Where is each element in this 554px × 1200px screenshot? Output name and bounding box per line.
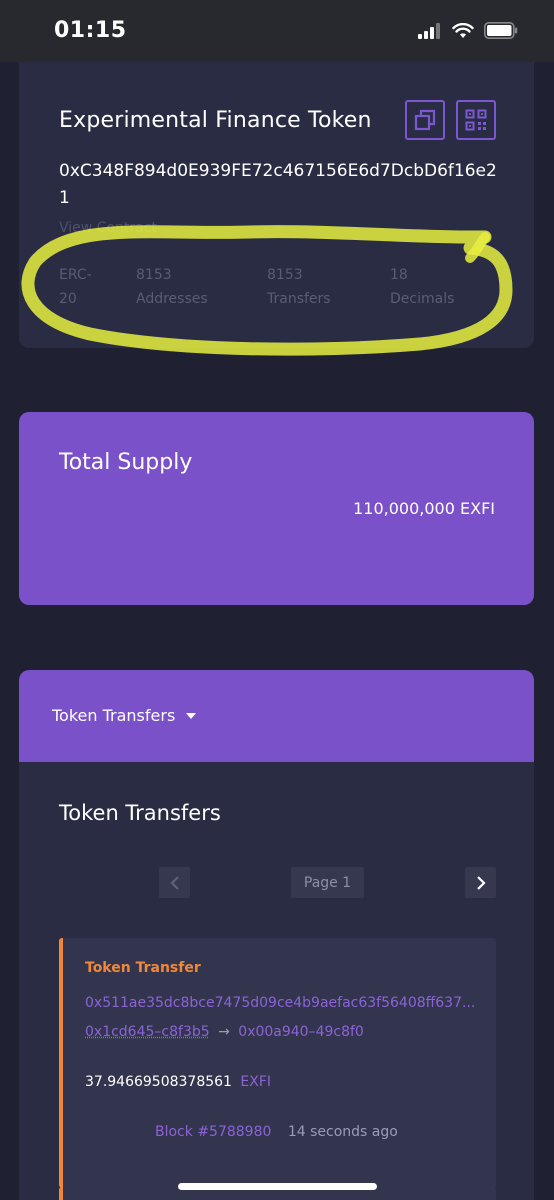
token-card: Experimental Finance Token 0xC348F894d0E bbox=[19, 62, 534, 348]
stat-token-standard: ERC- 20 bbox=[59, 263, 92, 311]
next-page-button[interactable] bbox=[465, 867, 496, 898]
stat-label: 20 bbox=[59, 287, 92, 311]
caret-down-icon bbox=[185, 712, 197, 720]
copy-icon bbox=[414, 109, 436, 131]
previous-page-button[interactable] bbox=[159, 867, 190, 898]
token-transfers-card: Token Transfers Token Transfers Page 1 T… bbox=[19, 670, 534, 1200]
transfer-time: 14 seconds ago bbox=[288, 1124, 398, 1140]
total-supply-title: Total Supply bbox=[59, 450, 192, 475]
transfers-dropdown-label: Token Transfers bbox=[52, 706, 175, 725]
to-address-link[interactable]: 0x00a940–49c8f0 bbox=[238, 1024, 364, 1040]
from-address-link[interactable]: 0x1cd645–c8f3b5 bbox=[85, 1024, 210, 1040]
stat-value: ERC- bbox=[59, 263, 92, 287]
status-icons bbox=[418, 22, 518, 39]
transfer-meta: Block #5788980 14 seconds ago bbox=[155, 1124, 398, 1140]
home-indicator[interactable] bbox=[178, 1183, 377, 1190]
status-bar: 01:15 bbox=[0, 0, 554, 62]
battery-icon bbox=[484, 22, 518, 39]
token-name: Experimental Finance Token bbox=[59, 108, 372, 133]
stat-value: 18 bbox=[390, 263, 454, 287]
total-supply-value: 110,000,000 EXFI bbox=[353, 499, 495, 518]
amount-value: 37.94669508378561 bbox=[85, 1074, 232, 1090]
chevron-left-icon bbox=[170, 876, 180, 890]
qr-code-button[interactable] bbox=[456, 100, 496, 140]
stat-value: 8153 bbox=[136, 263, 208, 287]
page: 01:15 Experimental Finance Token 0xC348F… bbox=[0, 0, 554, 1200]
transfers-section-title: Token Transfers bbox=[59, 801, 221, 825]
stat-value: 8153 bbox=[267, 263, 331, 287]
stat-label: Transfers bbox=[267, 287, 331, 311]
token-address: 0xC348F894d0E939FE72c467156E6d7DcbD6f16e… bbox=[59, 158, 499, 212]
view-contract-link[interactable]: View Contract bbox=[59, 220, 157, 236]
transaction-hash-link[interactable]: 0x511ae35dc8bce7475d09ce4b9aefac63f56408… bbox=[85, 995, 485, 1011]
stat-transfers: 8153 Transfers bbox=[267, 263, 331, 311]
wifi-icon bbox=[452, 23, 474, 39]
transfer-list-item: Token Transfer 0x511ae35dc8bce7475d09ce4… bbox=[59, 938, 496, 1188]
block-number-link[interactable]: Block #5788980 bbox=[155, 1124, 271, 1140]
cellular-signal-icon bbox=[418, 23, 442, 39]
total-supply-card: Total Supply 110,000,000 EXFI bbox=[19, 412, 534, 605]
transfer-type: Token Transfer bbox=[85, 960, 201, 976]
transfer-amount: 37.94669508378561 EXFI bbox=[85, 1074, 271, 1090]
copy-address-button[interactable] bbox=[405, 100, 445, 140]
transfer-parties: 0x1cd645–c8f3b5 → 0x00a940–49c8f0 bbox=[85, 1024, 364, 1040]
chevron-right-icon bbox=[476, 876, 486, 890]
transfers-dropdown[interactable]: Token Transfers bbox=[52, 706, 197, 725]
stat-label: Decimals bbox=[390, 287, 454, 311]
stat-label: Addresses bbox=[136, 287, 208, 311]
stat-decimals: 18 Decimals bbox=[390, 263, 454, 311]
status-time: 01:15 bbox=[54, 18, 127, 43]
stat-addresses: 8153 Addresses bbox=[136, 263, 208, 311]
token-stats: ERC- 20 8153 Addresses 8153 Transfers 18… bbox=[59, 263, 499, 313]
arrow-right-icon: → bbox=[218, 1024, 230, 1040]
page-indicator: Page 1 bbox=[291, 867, 364, 898]
qr-code-icon bbox=[465, 109, 487, 131]
token-symbol-link[interactable]: EXFI bbox=[240, 1074, 271, 1090]
transfers-tab-header: Token Transfers bbox=[19, 670, 534, 762]
